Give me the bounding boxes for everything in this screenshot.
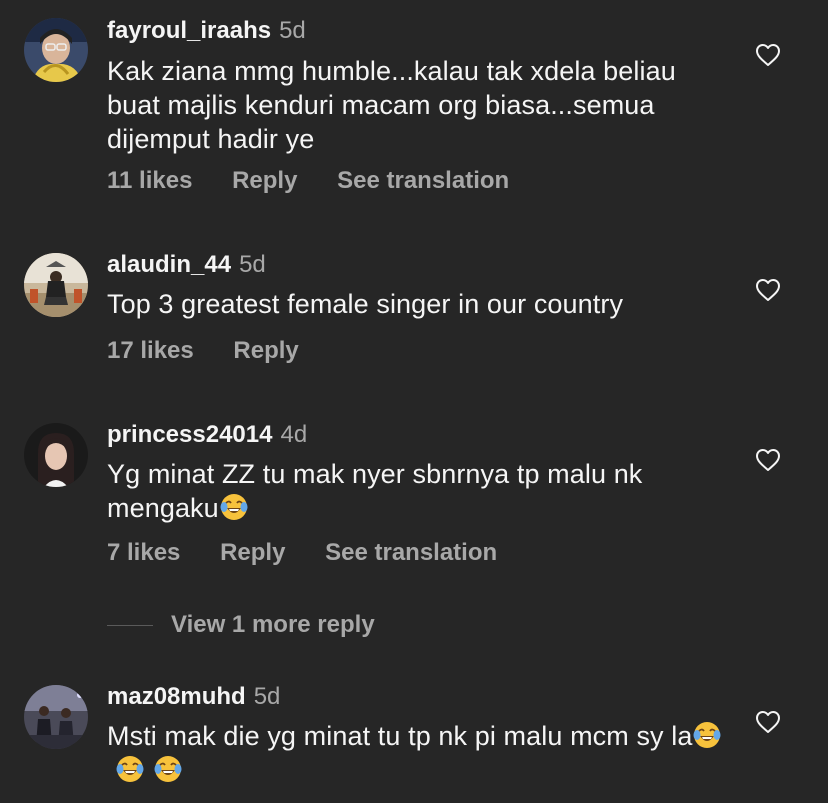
comment-text: Msti mak die yg minat tu tp nk pi malu m… xyxy=(107,719,727,787)
heart-outline-icon[interactable] xyxy=(755,710,781,734)
avatar[interactable] xyxy=(24,685,88,749)
comment-item: maz08muhd 5d Msti mak die yg minat tu tp … xyxy=(0,0,828,803)
face-with-tears-of-joy-emoji xyxy=(116,756,144,782)
face-with-tears-of-joy-emoji xyxy=(154,756,182,782)
comment-text-body: Msti mak die yg minat tu tp nk pi malu m… xyxy=(107,721,693,751)
face-with-tears-of-joy-emoji xyxy=(693,722,721,748)
comment-header: maz08muhd 5d xyxy=(107,682,280,712)
timestamp: 5d xyxy=(253,683,281,710)
username[interactable]: maz08muhd xyxy=(107,683,246,710)
